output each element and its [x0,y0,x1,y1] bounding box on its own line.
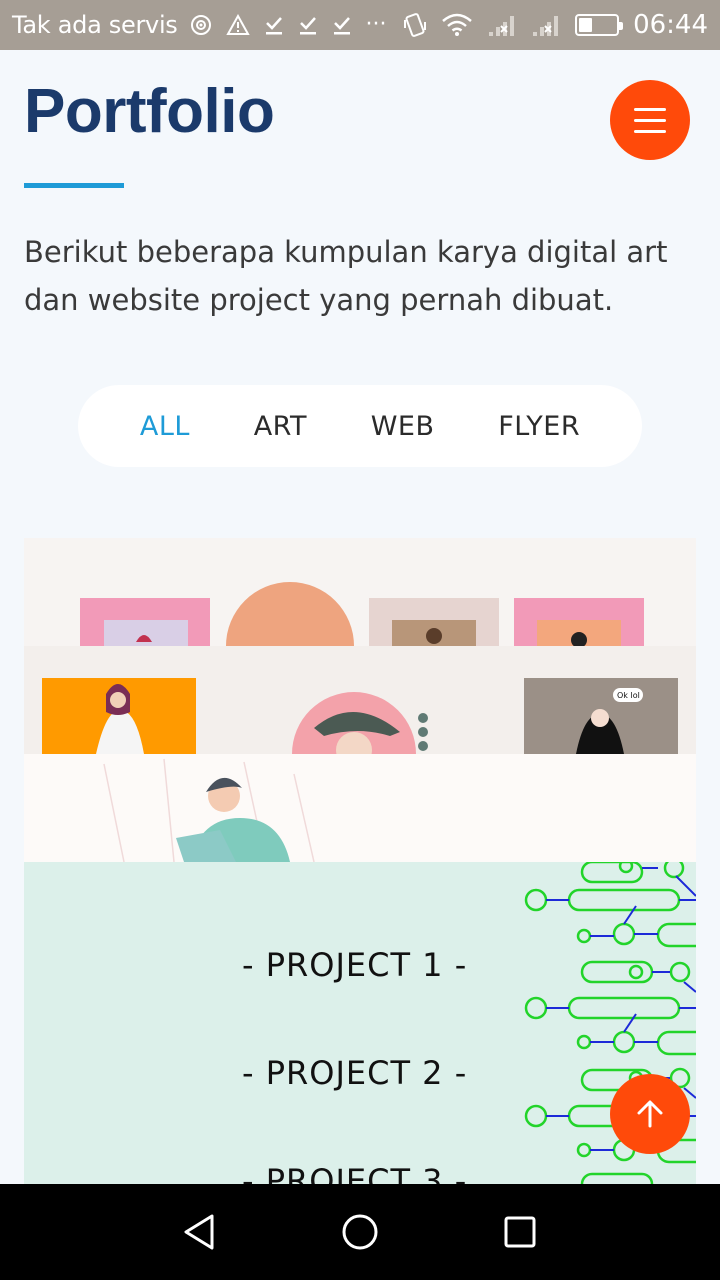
download-done-icon [299,17,316,35]
hamburger-icon-line [634,129,666,133]
page-title: Portfolio [24,77,275,146]
clock: 06:44 [633,10,708,40]
portfolio-item-projects[interactable]: - PROJECT 1 - - PROJECT 2 - - PROJECT 3 … [24,862,696,1184]
home-button[interactable] [330,1202,390,1262]
portfolio-filter: ALL ART WEB FLYER [78,385,642,467]
signal-off-icon [489,16,515,36]
wifi-icon [442,13,472,36]
home-circle-icon [342,1214,378,1250]
filter-art[interactable]: ART [254,411,307,442]
back-button[interactable] [170,1202,230,1262]
filter-all[interactable]: ALL [140,411,190,442]
filter-flyer[interactable]: FLYER [498,411,580,442]
portfolio-item-gallery[interactable] [24,538,696,646]
filter-web[interactable]: WEB [371,411,435,442]
arrow-up-icon [637,1100,663,1128]
portfolio-item-characters[interactable]: Ok lol [24,646,696,754]
circuit-pattern-image [524,862,696,1184]
status-bar: Tak ada servis ··· 06:44 [0,0,720,50]
signal-off-icon [533,16,559,36]
download-done-icon [265,17,282,35]
battery-icon [575,14,624,36]
hamburger-icon-line [634,118,666,122]
recents-button[interactable] [490,1202,550,1262]
warning-icon [225,14,250,35]
back-to-top-button[interactable] [610,1074,690,1154]
more-icon: ··· [365,12,387,37]
menu-button[interactable] [610,80,690,160]
portfolio-item-reading[interactable] [24,754,696,862]
character-artwork-image [42,678,678,754]
recents-square-icon [504,1216,536,1248]
project-3-link[interactable]: - PROJECT 3 - [242,1162,467,1184]
hamburger-icon-line [634,107,666,111]
intro-text: Berikut beberapa kumpulan karya digital … [24,235,668,317]
vibrate-icon [404,13,427,37]
speech-bubble-text: Ok lol [617,691,640,700]
notification-icons: ··· [190,14,387,36]
carrier-label: Tak ada servis [12,11,178,39]
download-done-icon [333,17,350,35]
reading-artwork-image [103,758,315,862]
project-2-link[interactable]: - PROJECT 2 - [242,1054,467,1092]
project-1-link[interactable]: - PROJECT 1 - [242,946,467,984]
back-triangle-icon [184,1214,214,1250]
hotspot-icon [190,15,211,35]
title-underline [24,183,124,188]
system-nav-bar [0,1184,720,1280]
gallery-artwork-image [80,582,644,646]
